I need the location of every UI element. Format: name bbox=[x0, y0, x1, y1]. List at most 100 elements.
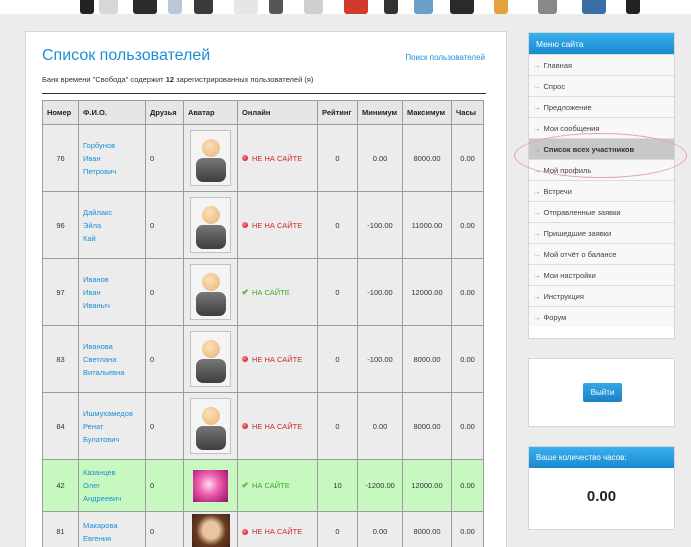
minimum-value: 0.00 bbox=[357, 124, 403, 192]
sidebar-menu-item[interactable]: → Мои сообщения bbox=[529, 117, 674, 138]
arrow-right-icon: → bbox=[533, 166, 541, 175]
column-header: Друзья bbox=[145, 100, 184, 125]
sidebar-menu-item[interactable]: → Отправленные заявки bbox=[529, 201, 674, 222]
arrow-right-icon: → bbox=[533, 82, 541, 91]
rating-value: 0 bbox=[317, 191, 358, 259]
menu-title: Меню сайта bbox=[529, 33, 674, 54]
avatar-cell bbox=[183, 459, 238, 512]
table-row: 97 Иванов Иван Иваныч 0 НА САЙТЕ 0 -100.00 12000… bbox=[42, 258, 484, 326]
sidebar-menu-label: Мои настройки bbox=[543, 271, 596, 280]
arrow-right-icon: → bbox=[533, 103, 541, 112]
avatar-cell bbox=[183, 511, 238, 547]
sidebar-menu-item[interactable]: → Список всех участников bbox=[529, 138, 674, 159]
avatar[interactable] bbox=[190, 130, 231, 186]
avatar[interactable] bbox=[193, 469, 228, 502]
online-check-icon bbox=[241, 287, 249, 295]
sidebar-menu-item[interactable]: → Встречи bbox=[529, 180, 674, 201]
main-panel: Список пользователей Поиск пользователей… bbox=[25, 31, 507, 547]
avatar[interactable] bbox=[190, 197, 231, 253]
sidebar-menu-item[interactable]: → Мой отчёт о балансе bbox=[529, 243, 674, 264]
sidebar-menu-item[interactable]: → Форум bbox=[529, 306, 674, 327]
friends-count: 0 bbox=[145, 392, 184, 460]
user-name-cell: Ишмухамедов Ренат Булатович bbox=[78, 392, 146, 460]
user-name-link[interactable]: Дайлакс bbox=[83, 206, 141, 219]
sidebar-menu-item[interactable]: → Мои настройки bbox=[529, 264, 674, 285]
avatar[interactable] bbox=[190, 398, 231, 454]
column-header: Минимум bbox=[357, 100, 403, 125]
online-status: НЕ НА САЙТЕ bbox=[242, 422, 313, 431]
online-status: НЕ НА САЙТЕ bbox=[242, 355, 313, 364]
logout-box: Выйти bbox=[528, 358, 675, 427]
logout-button[interactable]: Выйти bbox=[583, 383, 622, 402]
sidebar-menu-item[interactable]: → Спрос bbox=[529, 75, 674, 96]
online-status: НЕ НА САЙТЕ bbox=[242, 221, 313, 230]
user-name-cell: Иванова Светлана Витальевна bbox=[78, 325, 146, 393]
user-name-link[interactable]: Эйла bbox=[83, 219, 141, 232]
user-name-cell: Горбунов Иван Петрович bbox=[78, 124, 146, 192]
offline-dot-icon bbox=[242, 356, 248, 362]
avatar-cell bbox=[183, 191, 238, 259]
user-name-link[interactable]: Кай bbox=[83, 232, 141, 245]
table-row: 96 Дайлакс Эйла Кай 0 НЕ НА САЙТЕ 0 -100.00 1100… bbox=[42, 191, 484, 259]
offline-dot-icon bbox=[242, 423, 248, 429]
user-number: 42 bbox=[42, 459, 79, 512]
user-name-link[interactable]: Булатович bbox=[83, 433, 141, 446]
hours-value: 0.00 bbox=[451, 124, 484, 192]
table-row: 83 Иванова Светлана Витальевна 0 НЕ НА САЙТЕ 0… bbox=[42, 325, 484, 393]
rating-value: 10 bbox=[317, 459, 358, 512]
table-row: 42 Казанцев Олег Андреевич 0 НА САЙТЕ 10 -1200.… bbox=[42, 459, 484, 512]
user-name-cell: Иванов Иван Иваныч bbox=[78, 258, 146, 326]
user-name-link[interactable]: Ишмухамедов bbox=[83, 407, 141, 420]
hours-value: 0.00 bbox=[451, 325, 484, 393]
user-name-link[interactable]: Казанцев bbox=[83, 466, 141, 479]
user-name-link[interactable]: Иванова bbox=[83, 340, 141, 353]
user-name-link[interactable]: Иван bbox=[83, 152, 141, 165]
user-name-link[interactable]: Витальевна bbox=[83, 366, 141, 379]
sidebar-menu-item[interactable]: → Предложение bbox=[529, 96, 674, 117]
online-status-cell: НЕ НА САЙТЕ bbox=[237, 392, 318, 460]
user-name-link[interactable]: Иван bbox=[83, 286, 141, 299]
rating-value: 0 bbox=[317, 124, 358, 192]
arrow-right-icon: → bbox=[533, 292, 541, 301]
user-number: 96 bbox=[42, 191, 79, 259]
online-status: НА САЙТЕ bbox=[241, 287, 313, 297]
avatar[interactable] bbox=[191, 513, 230, 547]
offline-dot-icon bbox=[242, 155, 248, 161]
user-name-link[interactable]: Иванов bbox=[83, 273, 141, 286]
default-avatar-body bbox=[196, 225, 226, 249]
online-status-text: НЕ НА САЙТЕ bbox=[252, 354, 303, 364]
sidebar-menu-label: Форум bbox=[543, 313, 567, 322]
user-name-link[interactable]: Горбунов bbox=[83, 139, 141, 152]
hours-value: 0.00 bbox=[586, 488, 617, 505]
search-users-link[interactable]: Поиск пользователей bbox=[405, 53, 485, 62]
avatar[interactable] bbox=[190, 264, 231, 320]
sidebar-menu-item[interactable]: → Инструкция bbox=[529, 285, 674, 306]
arrow-right-icon: → bbox=[533, 145, 541, 154]
avatar[interactable] bbox=[190, 331, 231, 387]
user-name-link[interactable]: Олег bbox=[83, 479, 141, 492]
sidebar-menu-label: Инструкция bbox=[543, 292, 584, 301]
divider bbox=[42, 93, 486, 94]
avatar-cell bbox=[183, 124, 238, 192]
user-name-link[interactable]: Петрович bbox=[83, 165, 141, 178]
user-name-link[interactable]: Светлана bbox=[83, 353, 141, 366]
user-name-link[interactable]: Ренат bbox=[83, 420, 141, 433]
arrow-right-icon: → bbox=[533, 229, 541, 238]
sidebar-menu-item[interactable]: → Мой профиль bbox=[529, 159, 674, 180]
online-status-text: НА САЙТЕ bbox=[252, 481, 290, 490]
online-status-cell: НА САЙТЕ bbox=[237, 258, 318, 326]
online-status: НЕ НА САЙТЕ bbox=[242, 154, 313, 163]
arrow-right-icon: → bbox=[533, 250, 541, 259]
offline-dot-icon bbox=[242, 222, 248, 228]
default-avatar-icon bbox=[202, 340, 220, 358]
minimum-value: -100.00 bbox=[357, 191, 403, 259]
default-avatar-icon bbox=[202, 206, 220, 224]
user-name-link[interactable]: Евгения bbox=[83, 532, 141, 545]
user-name-link[interactable]: Иваныч bbox=[83, 299, 141, 312]
sidebar-menu-label: Мой отчёт о балансе bbox=[543, 250, 617, 259]
hours-value: 0.00 bbox=[451, 511, 484, 547]
sidebar-menu-item[interactable]: → Пришедшие заявки bbox=[529, 222, 674, 243]
user-name-link[interactable]: Макарова bbox=[83, 519, 141, 532]
user-name-link[interactable]: Андреевич bbox=[83, 492, 141, 505]
sidebar-menu-item[interactable]: → Главная bbox=[529, 54, 674, 75]
